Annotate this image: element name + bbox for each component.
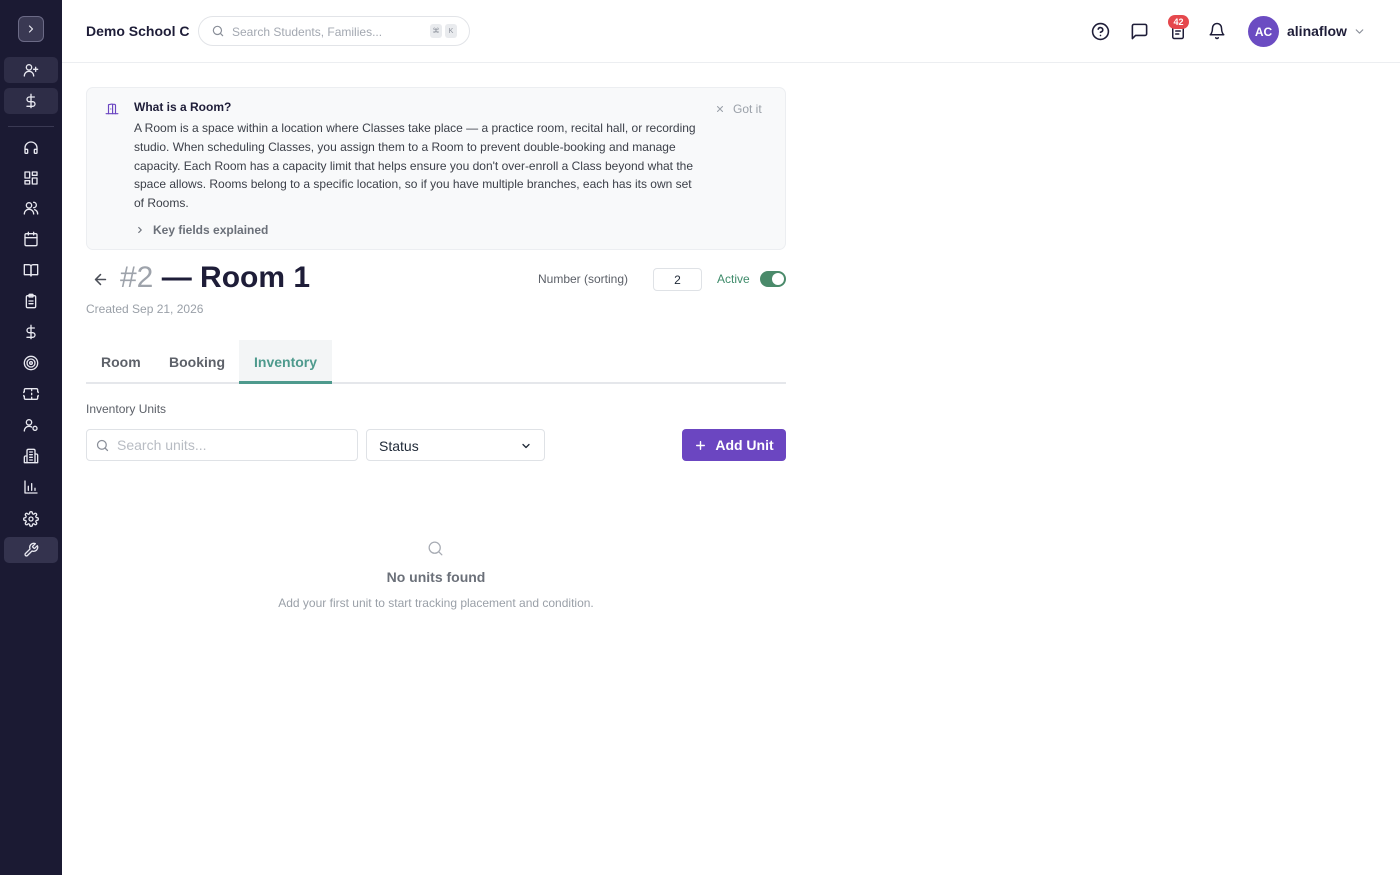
sidebar-item-dashboard[interactable]: [4, 165, 58, 191]
door-icon: [105, 103, 119, 115]
dollar-icon: [26, 324, 36, 340]
bell-icon: [1209, 22, 1225, 40]
dollar-icon: [26, 93, 36, 109]
sidebar-item-locations[interactable]: [4, 443, 58, 469]
search-icon: [96, 439, 109, 452]
sidebar-item-calendar[interactable]: [4, 226, 58, 252]
info-title: What is a Room?: [134, 100, 232, 114]
key-fields-label: Key fields explained: [153, 223, 269, 237]
plus-icon: [696, 440, 706, 450]
messages-button[interactable]: [1128, 20, 1150, 42]
user-avatar[interactable]: AC: [1248, 16, 1279, 47]
active-toggle[interactable]: [760, 271, 786, 287]
sidebar-item-reports[interactable]: [4, 474, 58, 500]
shortcut-key-k: K: [445, 24, 457, 38]
add-unit-label: Add Unit: [715, 437, 774, 453]
sidebar-item-events[interactable]: [4, 381, 58, 407]
dismiss-info-label: Got it: [733, 102, 762, 116]
message-square-icon: [1131, 23, 1147, 39]
sidebar-item-courses[interactable]: [4, 257, 58, 283]
page-title: #2 — Room 1: [120, 261, 310, 295]
toggle-knob: [772, 273, 784, 285]
clipboard-icon: [25, 293, 37, 309]
sidebar-item-settings[interactable]: [4, 506, 58, 532]
sidebar-toggle-button[interactable]: [18, 16, 44, 42]
target-icon: [23, 355, 39, 371]
info-body: A Room is a space within a location wher…: [134, 121, 696, 211]
key-fields-toggle[interactable]: Key fields explained: [135, 223, 268, 237]
user-plus-icon: [23, 63, 39, 77]
calendar-icon: [24, 231, 38, 247]
sidebar-item-payments[interactable]: [4, 88, 58, 114]
sidebar-item-support[interactable]: [4, 135, 58, 161]
school-name[interactable]: Demo School C: [86, 23, 189, 39]
status-filter-select[interactable]: Status: [366, 429, 545, 461]
chevron-right-icon: [28, 25, 34, 33]
sidebar-item-students[interactable]: [4, 195, 58, 221]
status-filter-value: Status: [379, 438, 419, 454]
help-circle-icon: [1091, 22, 1109, 40]
tasks-count-badge: 42: [1168, 15, 1189, 29]
dismiss-info-button[interactable]: Got it: [715, 102, 762, 116]
units-search-input[interactable]: [117, 435, 347, 455]
chevron-down-icon[interactable]: [1353, 25, 1366, 38]
sort-number-label: Number (sorting): [538, 272, 629, 286]
search-empty-icon: [428, 541, 443, 556]
units-search-field[interactable]: [86, 429, 358, 461]
created-date: Created Sep 21, 2026: [86, 302, 204, 316]
book-icon: [23, 264, 39, 277]
room-number: #2: [120, 261, 154, 294]
chevron-right-icon: [138, 226, 142, 234]
inventory-units-heading: Inventory Units: [86, 402, 167, 416]
sidebar: [0, 0, 62, 875]
tab-room[interactable]: Room: [86, 340, 156, 384]
user-cog-icon: [23, 419, 38, 432]
global-search-input[interactable]: Search Students, Families... ⌘ K: [198, 16, 470, 46]
search-icon: [212, 25, 224, 37]
sidebar-item-billing[interactable]: [4, 319, 58, 345]
chevron-down-icon: [522, 443, 530, 449]
empty-state-subtitle: Add your first unit to start tracking pl…: [278, 596, 594, 610]
help-button[interactable]: [1089, 20, 1111, 42]
back-arrow-icon[interactable]: [92, 271, 109, 288]
gear-icon: [23, 511, 39, 527]
shortcut-key-cmd: ⌘: [430, 24, 442, 38]
room-title: — Room 1: [161, 261, 311, 294]
room-tabs: Room Booking Inventory: [86, 340, 786, 384]
notifications-button[interactable]: [1206, 20, 1228, 42]
active-label: Active: [717, 272, 750, 286]
sidebar-item-attendance[interactable]: [4, 288, 58, 314]
sort-number-input[interactable]: [653, 268, 702, 291]
sidebar-item-goals[interactable]: [4, 350, 58, 376]
ticket-icon: [23, 388, 39, 400]
grid-icon: [24, 171, 38, 185]
room-info-box: What is a Room? A Room is a space within…: [86, 87, 786, 250]
top-header: Demo School C Search Students, Families.…: [62, 0, 1400, 63]
headset-icon: [24, 141, 38, 154]
close-icon: [716, 105, 724, 113]
sidebar-divider: [8, 126, 54, 127]
sidebar-item-tools[interactable]: [4, 537, 58, 563]
add-unit-button[interactable]: Add Unit: [682, 429, 786, 461]
users-icon: [23, 201, 39, 215]
user-name[interactable]: alinaflow: [1287, 23, 1347, 39]
empty-state-title: No units found: [386, 569, 486, 585]
building-icon: [23, 448, 39, 464]
sidebar-item-add-student[interactable]: [4, 57, 58, 83]
global-search-placeholder: Search Students, Families...: [232, 25, 383, 39]
tab-inventory[interactable]: Inventory: [239, 340, 333, 384]
wrench-icon: [24, 542, 39, 557]
sidebar-item-staff[interactable]: [4, 412, 58, 438]
chart-icon: [24, 480, 38, 494]
tab-booking[interactable]: Booking: [154, 340, 240, 384]
